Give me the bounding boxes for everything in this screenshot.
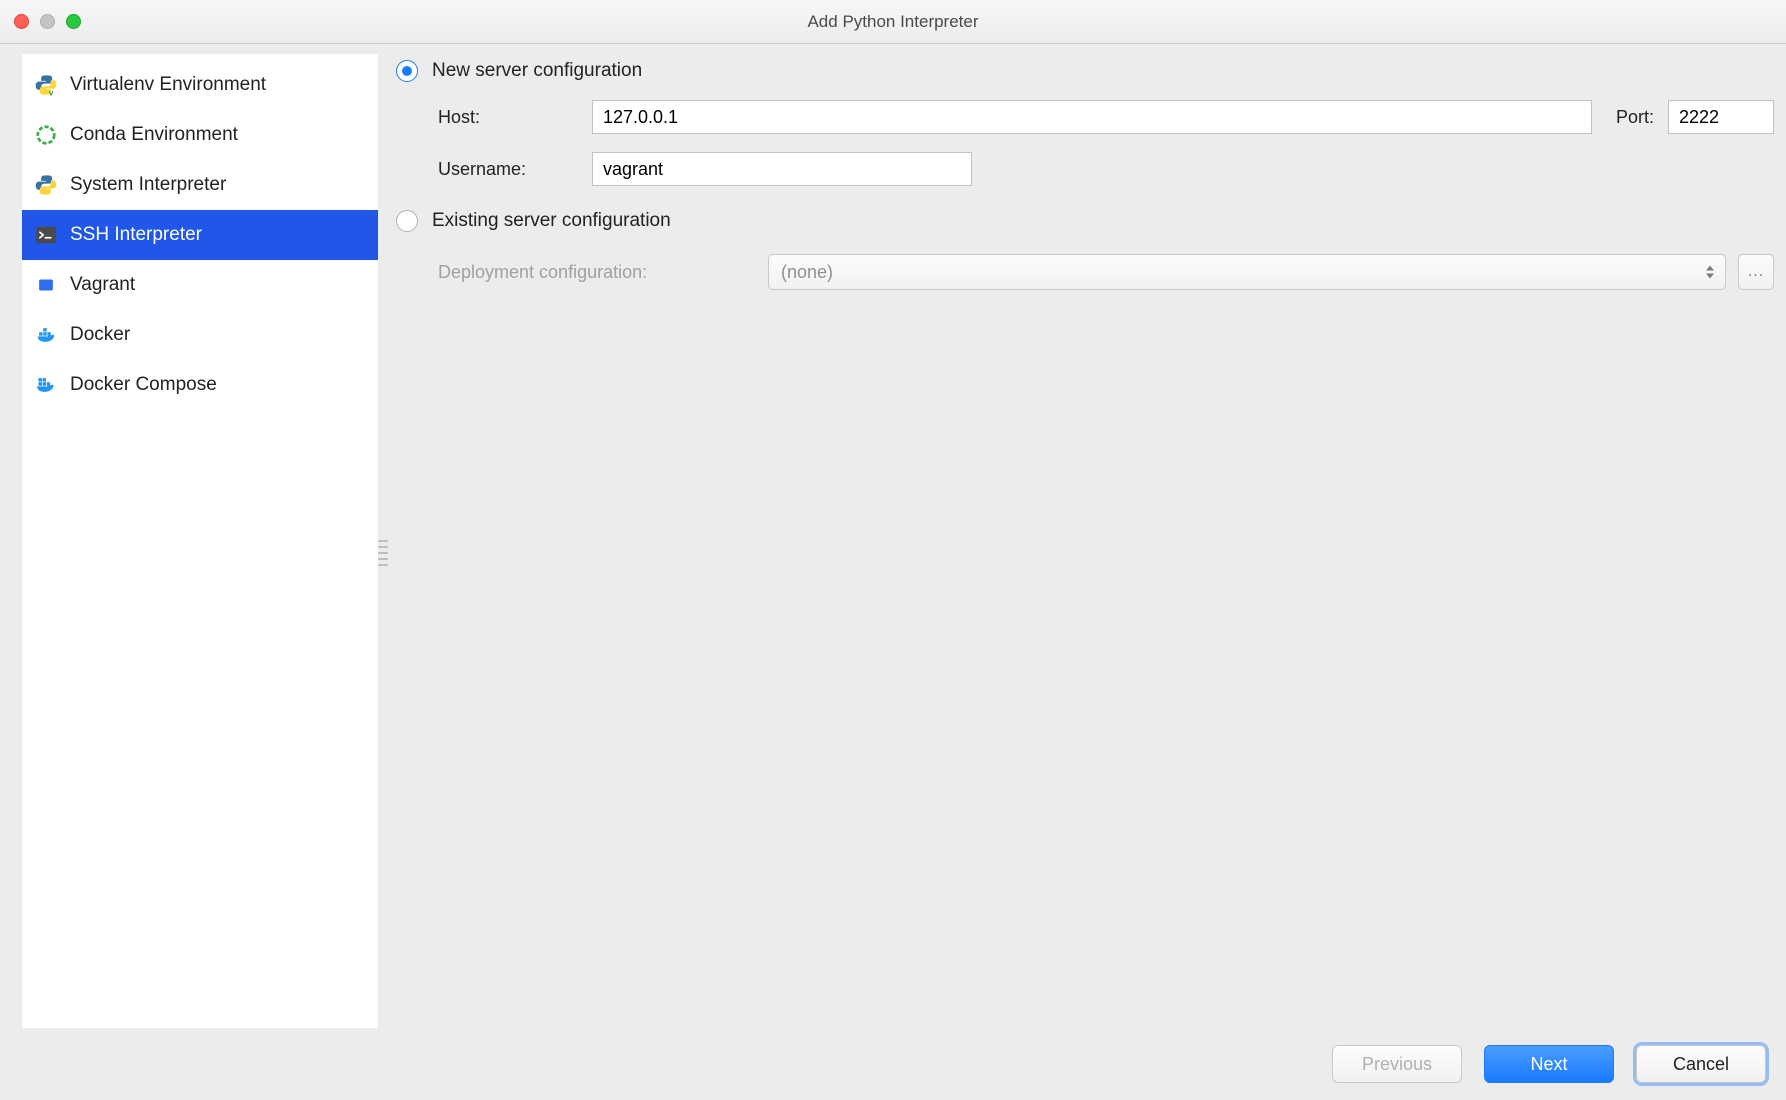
host-label: Host: bbox=[438, 107, 592, 128]
sidebar-item-ssh[interactable]: SSH Interpreter bbox=[22, 210, 378, 260]
previous-button[interactable]: Previous bbox=[1332, 1045, 1462, 1083]
deployment-config-value: (none) bbox=[781, 262, 833, 283]
docker-compose-icon bbox=[34, 373, 58, 397]
existing-server-config-radio[interactable] bbox=[396, 210, 418, 232]
existing-server-config-label: Existing server configuration bbox=[432, 210, 671, 232]
sidebar-item-label: Docker bbox=[70, 324, 130, 346]
username-row: Username: bbox=[438, 152, 1774, 186]
terminal-icon bbox=[34, 223, 58, 247]
existing-server-config-radio-row: Existing server configuration bbox=[396, 210, 1774, 232]
button-label: Previous bbox=[1362, 1054, 1432, 1075]
sidebar-item-docker[interactable]: Docker bbox=[22, 310, 378, 360]
next-button[interactable]: Next bbox=[1484, 1045, 1614, 1083]
deployment-config-row: Deployment configuration: (none) ... bbox=[438, 254, 1774, 290]
deployment-browse-button[interactable]: ... bbox=[1738, 254, 1774, 290]
deployment-config-select[interactable]: (none) bbox=[768, 254, 1726, 290]
sidebar-item-conda[interactable]: Conda Environment bbox=[22, 110, 378, 160]
sidebar-item-virtualenv[interactable]: v Virtualenv Environment bbox=[22, 60, 378, 110]
conda-icon bbox=[34, 123, 58, 147]
new-server-config-radio-row: New server configuration bbox=[396, 60, 1774, 82]
sidebar-item-label: Vagrant bbox=[70, 274, 135, 296]
host-input[interactable] bbox=[592, 100, 1592, 134]
svg-text:v: v bbox=[49, 88, 54, 96]
docker-icon bbox=[34, 323, 58, 347]
sidebar-item-label: System Interpreter bbox=[70, 174, 226, 196]
sidebar-item-system[interactable]: System Interpreter bbox=[22, 160, 378, 210]
vagrant-icon bbox=[34, 273, 58, 297]
window-title: Add Python Interpreter bbox=[0, 12, 1786, 32]
interpreter-type-sidebar: v Virtualenv Environment Conda Environme… bbox=[22, 54, 378, 1028]
new-server-form: Host: Port: Username: bbox=[438, 100, 1774, 186]
configuration-panel: New server configuration Host: Port: Use… bbox=[396, 54, 1774, 1028]
sidebar-item-label: Conda Environment bbox=[70, 124, 238, 146]
sidebar-item-docker-compose[interactable]: Docker Compose bbox=[22, 360, 378, 410]
button-label: Cancel bbox=[1673, 1054, 1729, 1075]
username-label: Username: bbox=[438, 159, 592, 180]
sidebar-item-label: SSH Interpreter bbox=[70, 224, 202, 246]
splitter-handle[interactable] bbox=[378, 540, 388, 566]
python-icon: v bbox=[34, 73, 58, 97]
username-input[interactable] bbox=[592, 152, 972, 186]
select-stepper-icon bbox=[1705, 266, 1715, 279]
new-server-config-radio[interactable] bbox=[396, 60, 418, 82]
content-area: v Virtualenv Environment Conda Environme… bbox=[0, 44, 1786, 1028]
port-input[interactable] bbox=[1668, 100, 1774, 134]
sidebar-item-label: Virtualenv Environment bbox=[70, 74, 266, 96]
dialog-footer: Previous Next Cancel bbox=[0, 1028, 1786, 1100]
cancel-button[interactable]: Cancel bbox=[1636, 1045, 1766, 1083]
host-row: Host: Port: bbox=[438, 100, 1774, 134]
deployment-config-label: Deployment configuration: bbox=[438, 262, 768, 283]
new-server-config-label: New server configuration bbox=[432, 60, 642, 82]
ellipsis-icon: ... bbox=[1748, 263, 1764, 281]
port-label: Port: bbox=[1616, 107, 1654, 128]
sidebar-item-label: Docker Compose bbox=[70, 374, 217, 396]
sidebar-item-vagrant[interactable]: Vagrant bbox=[22, 260, 378, 310]
button-label: Next bbox=[1530, 1054, 1567, 1075]
titlebar: Add Python Interpreter bbox=[0, 0, 1786, 44]
python-icon bbox=[34, 173, 58, 197]
